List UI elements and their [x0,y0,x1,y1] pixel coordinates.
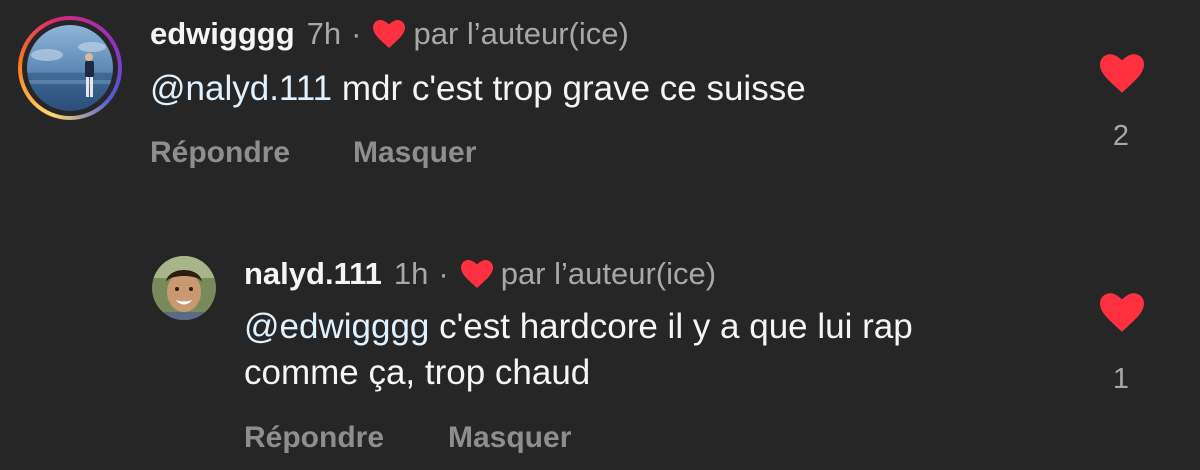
timestamp: 1h [393,256,429,291]
heart-filled-icon [460,260,493,288]
avatar [27,25,113,111]
comment-meta: edwigggg 7h · par l’auteur(ice) [150,16,629,52]
heart-filled-icon [373,20,406,48]
username[interactable]: nalyd.111 [244,256,382,292]
hide-button[interactable]: Masquer [448,421,571,455]
liked-by-author-label: par l’auteur(ice) [500,256,717,291]
avatar-story-ring[interactable] [18,16,122,120]
comment-text: @edwigggg c'est hardcore il y a que lui … [244,304,1064,396]
separator: · [438,256,449,291]
comment-body: c'est hardcore il y a que lui rap [429,307,913,346]
comments-thread: edwigggg 7h · par l’auteur(ice) @nalyd.1… [0,0,1200,470]
timestamp: 7h [306,16,342,51]
heart-filled-icon[interactable] [1100,54,1144,98]
comment-edwigggg: edwigggg 7h · par l’auteur(ice) @nalyd.1… [0,0,1200,200]
username[interactable]: edwigggg [150,16,295,52]
avatar-photo [152,256,216,320]
avatar-photo [27,25,113,111]
hide-button[interactable]: Masquer [353,136,476,170]
comment-nalyd-111: nalyd.111 1h · par l’auteur(ice) @edwigg… [0,240,1200,470]
mention-link[interactable]: @edwigggg [244,307,429,346]
comment-body: mdr c'est trop grave ce suisse [332,69,806,108]
comment-line-1: @edwigggg c'est hardcore il y a que lui … [244,304,1064,350]
reply-button[interactable]: Répondre [244,421,384,455]
like-count: 1 [1112,363,1130,395]
separator: · [351,16,362,51]
mention-link[interactable]: @nalyd.111 [150,69,332,108]
avatar[interactable] [152,256,216,320]
like-count: 2 [1112,120,1130,152]
liked-by-author-label: par l’auteur(ice) [413,16,629,51]
reply-button[interactable]: Répondre [150,136,290,170]
heart-filled-icon[interactable] [1100,293,1144,337]
comment-line-2: comme ça, trop chaud [244,353,591,392]
comment-text: @nalyd.111 mdr c'est trop grave ce suiss… [150,66,1050,112]
comment-meta: nalyd.111 1h · par l’auteur(ice) [244,256,716,292]
